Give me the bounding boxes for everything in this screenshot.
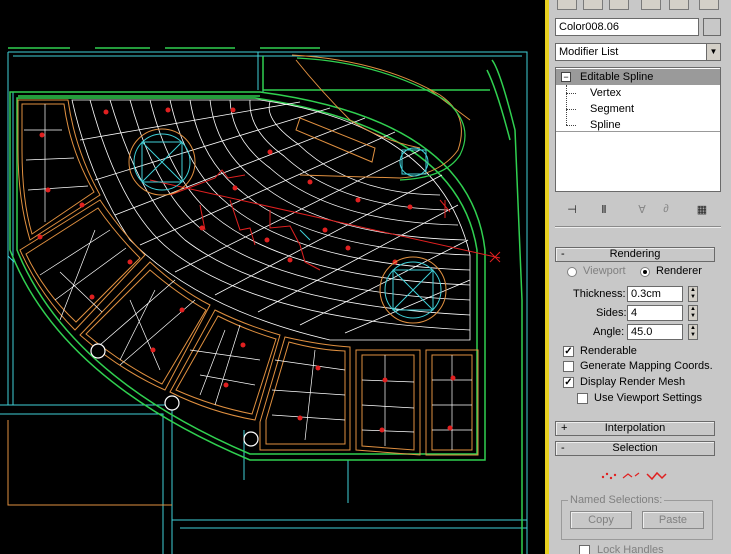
motion-tab-icon[interactable] — [641, 0, 661, 10]
angle-label: Angle: — [593, 326, 625, 338]
green-walls — [8, 47, 523, 554]
red-spline — [149, 169, 501, 271]
lock-handles-label: Lock Handles — [597, 544, 664, 554]
small-columns — [90, 343, 259, 447]
segment-level-icon[interactable] — [622, 472, 640, 479]
divider — [555, 226, 721, 228]
selection-rollout-header[interactable]: - Selection — [555, 441, 715, 456]
rollout-title: Selection — [612, 442, 658, 454]
stack-item-label: Editable Spline — [580, 71, 654, 83]
thickness-field[interactable]: 0.3cm — [627, 286, 683, 302]
pin-stack-icon[interactable]: ⊣ — [563, 200, 581, 218]
stack-item-label: Segment — [590, 103, 635, 115]
thickness-label: Thickness: — [573, 288, 626, 300]
stack-item-editable-spline[interactable]: − Editable Spline — [556, 69, 720, 85]
remove-modifier-icon[interactable]: ∂ — [657, 200, 675, 218]
make-unique-icon[interactable]: ∀ — [633, 200, 651, 218]
rollout-title: Rendering — [609, 248, 661, 260]
modifier-list-label: Modifier List — [559, 46, 619, 58]
named-selections-label: Named Selections: — [568, 494, 665, 506]
expand-icon: + — [561, 422, 568, 434]
configure-modifier-sets-icon[interactable]: ▦ — [693, 200, 711, 218]
stack-item-vertex[interactable]: Vertex — [556, 85, 720, 101]
command-panel: Color008.06 Modifier List ▼ − Editable S… — [549, 0, 731, 554]
rollout-title: Interpolation — [604, 422, 666, 434]
sides-field[interactable]: 4 — [627, 305, 683, 321]
copy-button[interactable]: Copy — [570, 511, 632, 529]
show-end-result-icon[interactable]: Ⅱ — [595, 200, 613, 218]
named-selections-group: Named Selections: Copy Paste — [561, 494, 713, 540]
renderer-radio[interactable] — [640, 267, 650, 277]
stack-item-segment[interactable]: Segment — [556, 101, 720, 117]
vertex-level-icon[interactable] — [601, 472, 617, 480]
collapse-toggle-icon[interactable]: − — [561, 72, 571, 82]
gen-mapping-checkbox[interactable] — [563, 361, 574, 372]
display-render-mesh-checkbox[interactable]: ✓ — [563, 377, 574, 388]
modifier-list-dropdown[interactable]: Modifier List ▼ — [555, 43, 721, 61]
spline-level-icon[interactable] — [646, 471, 667, 481]
use-viewport-settings-label: Use Viewport Settings — [594, 392, 703, 404]
renderable-checkbox[interactable]: ✓ — [563, 346, 574, 357]
viewport-top[interactable] — [0, 0, 547, 554]
hierarchy-tab-icon[interactable] — [609, 0, 629, 10]
command-panel-tabs — [549, 0, 731, 12]
stack-item-label: Vertex — [590, 87, 622, 99]
collapse-icon: - — [561, 442, 565, 454]
rendering-rollout-header[interactable]: - Rendering — [555, 247, 715, 262]
renderable-label: Renderable — [580, 345, 637, 357]
sides-label: Sides: — [596, 307, 627, 319]
angle-field[interactable]: 45.0 — [627, 324, 683, 340]
display-render-mesh-label: Display Render Mesh — [580, 376, 686, 388]
viewport-radio-label: Viewport — [583, 265, 626, 277]
chevron-down-icon: ▼ — [706, 44, 720, 60]
floorplan-drawing — [0, 47, 528, 554]
collapse-icon: - — [561, 248, 565, 260]
use-viewport-settings-checkbox[interactable] — [577, 393, 588, 404]
create-tab-icon[interactable] — [557, 0, 577, 10]
display-tab-icon[interactable] — [669, 0, 689, 10]
stack-separator — [556, 131, 720, 132]
modifier-stack[interactable]: − Editable Spline Vertex Segment Spline — [555, 67, 721, 192]
paste-button[interactable]: Paste — [642, 511, 704, 529]
interpolation-rollout-header[interactable]: + Interpolation — [555, 421, 715, 436]
angle-spinner[interactable]: ▲ ▼ — [688, 324, 698, 340]
stack-item-label: Spline — [590, 119, 621, 131]
gen-mapping-label: Generate Mapping Coords. — [580, 360, 713, 372]
sides-spinner[interactable]: ▲ ▼ — [688, 305, 698, 321]
renderer-radio-label: Renderer — [656, 265, 702, 277]
modify-tab-icon[interactable] — [583, 0, 603, 10]
object-name-field[interactable]: Color008.06 — [555, 18, 699, 36]
lock-handles-checkbox[interactable] — [579, 545, 590, 554]
viewport-radio[interactable] — [567, 267, 577, 277]
object-color-swatch[interactable] — [703, 18, 721, 36]
utilities-tab-icon[interactable] — [699, 0, 719, 10]
outer-panel-grid — [24, 104, 472, 450]
subobject-level-icons — [601, 471, 667, 481]
entry-area — [291, 54, 471, 179]
thickness-spinner[interactable]: ▲ ▼ — [688, 286, 698, 302]
stack-toolbar: ⊣ Ⅱ ∀ ∂ ▦ — [555, 200, 721, 220]
